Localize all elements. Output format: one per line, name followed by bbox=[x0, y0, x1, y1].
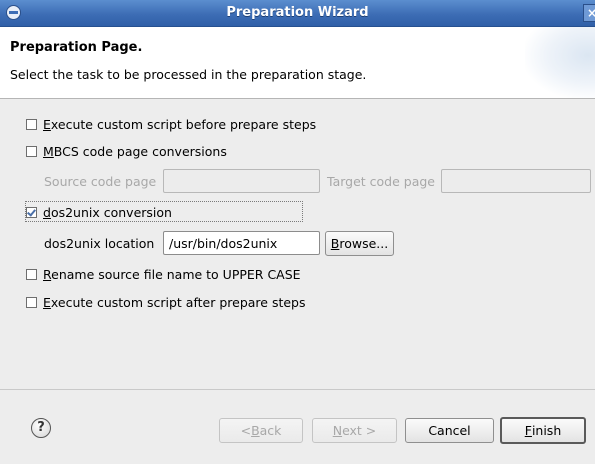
dos2unix-checkbox[interactable] bbox=[26, 207, 37, 218]
dos2unix-option[interactable]: dos2unix conversion bbox=[26, 205, 172, 220]
source-code-page-label: Source code page bbox=[44, 174, 157, 189]
page-description: Select the task to be processed in the p… bbox=[10, 67, 367, 82]
execute-after-checkbox[interactable] bbox=[26, 297, 37, 308]
execute-after-option[interactable]: Execute custom script after prepare step… bbox=[26, 295, 306, 310]
title-bar: Preparation Wizard × bbox=[0, 0, 595, 27]
finish-button[interactable]: Finish bbox=[500, 417, 586, 444]
target-code-page-label: Target code page bbox=[327, 174, 435, 189]
mbcs-option[interactable]: MBCS code page conversions bbox=[26, 144, 227, 159]
execute-before-option[interactable]: Execute custom script before prepare ste… bbox=[26, 117, 316, 132]
cancel-button[interactable]: Cancel bbox=[405, 418, 494, 443]
help-icon[interactable]: ? bbox=[31, 418, 51, 438]
execute-before-checkbox[interactable] bbox=[26, 119, 37, 130]
mbcs-checkbox[interactable] bbox=[26, 146, 37, 157]
dos2unix-label[interactable]: dos2unix conversion bbox=[43, 205, 172, 220]
wizard-content: Execute custom script before prepare ste… bbox=[0, 99, 595, 389]
rename-upper-label[interactable]: Rename source file name to UPPER CASE bbox=[43, 267, 301, 282]
page-title: Preparation Page. bbox=[10, 40, 143, 55]
back-button[interactable]: < Back bbox=[219, 418, 303, 443]
dos2unix-location-input[interactable] bbox=[164, 232, 319, 254]
target-code-page-field[interactable] bbox=[441, 169, 591, 193]
dos2unix-location-label: dos2unix location bbox=[44, 236, 155, 251]
execute-before-label[interactable]: Execute custom script before prepare ste… bbox=[43, 117, 316, 132]
rename-upper-option[interactable]: Rename source file name to UPPER CASE bbox=[26, 267, 301, 282]
browse-button[interactable]: Browse... bbox=[325, 231, 394, 256]
execute-after-label[interactable]: Execute custom script after prepare step… bbox=[43, 295, 306, 310]
next-button[interactable]: Next > bbox=[312, 418, 397, 443]
window-title: Preparation Wizard bbox=[226, 5, 369, 20]
close-icon[interactable]: × bbox=[583, 4, 595, 22]
header-banner-graphic bbox=[525, 27, 595, 98]
dos2unix-location-field[interactable] bbox=[163, 231, 320, 255]
source-code-page-input[interactable] bbox=[164, 170, 319, 192]
target-code-page-input[interactable] bbox=[442, 170, 590, 192]
source-code-page-field[interactable] bbox=[163, 169, 320, 193]
wizard-header: Preparation Page. Select the task to be … bbox=[0, 27, 595, 99]
rename-upper-checkbox[interactable] bbox=[26, 269, 37, 280]
mbcs-label[interactable]: MBCS code page conversions bbox=[43, 144, 227, 159]
footer-separator bbox=[0, 389, 595, 390]
